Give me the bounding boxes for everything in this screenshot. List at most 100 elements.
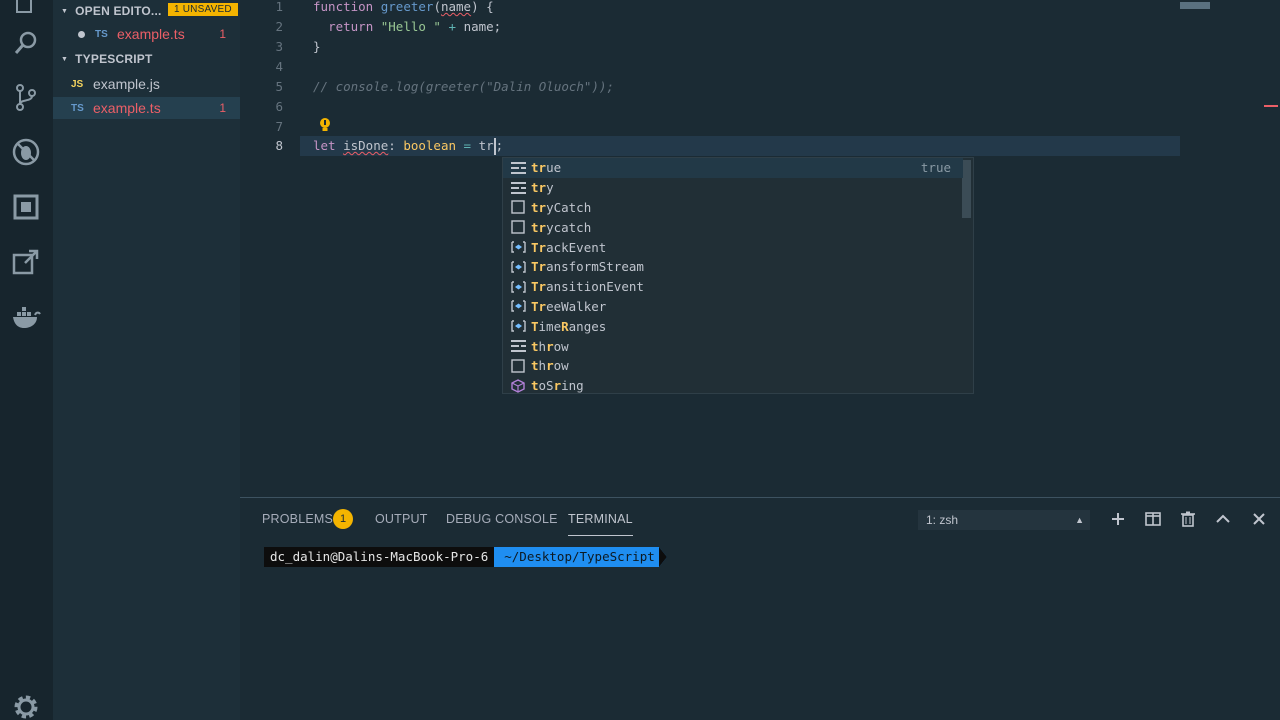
line-number: 8 [275, 138, 283, 153]
snippet-icon [510, 359, 526, 373]
new-terminal-icon[interactable] [1108, 509, 1128, 529]
suggestion-item[interactable]: tryCatch [503, 198, 963, 218]
line-number: 6 [275, 99, 283, 114]
lightbulb-icon[interactable] [318, 117, 332, 133]
suggestion-item[interactable]: trycatch [503, 217, 963, 237]
collapse-triangle-icon: ▼ [61, 55, 69, 63]
typescript-file-icon: TS [95, 28, 108, 40]
code-token: name; [463, 19, 502, 34]
file-name: example.js [93, 76, 160, 92]
file-name: example.ts [93, 100, 161, 116]
suggestion-item[interactable]: TimeRanges [503, 316, 963, 336]
prompt-path-text: ~/Desktop/TypeScript [504, 549, 655, 564]
terminal-prompt[interactable]: dc_dalin@Dalins-MacBook-Pro-6 ~/Desktop/… [264, 547, 667, 567]
tab-output[interactable]: OUTPUT [375, 512, 428, 526]
code-line-8: let isDone: boolean = tr; [313, 136, 503, 156]
variable-icon [510, 240, 526, 254]
suggestion-label: toSring [531, 378, 584, 394]
suggestion-item[interactable]: TrackEvent [503, 237, 963, 257]
variable-icon [510, 299, 526, 313]
explorer-icon[interactable]: 1 [9, 0, 43, 22]
file-item[interactable]: TS example.ts 1 [53, 97, 240, 119]
prompt-path: ~/Desktop/TypeScript [494, 547, 667, 567]
unsaved-dot-icon[interactable] [78, 30, 85, 38]
suggestion-label: TransformStream [531, 259, 644, 275]
suggestion-item[interactable]: try [503, 178, 963, 198]
suggestion-item[interactable]: TreeWalker [503, 297, 963, 317]
close-panel-icon[interactable] [1249, 509, 1269, 529]
settings-gear-icon[interactable] [9, 690, 43, 720]
suggestion-item[interactable]: toSring [503, 376, 963, 396]
code-token: tr [478, 138, 494, 153]
source-control-icon[interactable] [9, 80, 43, 114]
file-name: example.ts [117, 26, 185, 42]
suggestion-label: trycatch [531, 219, 592, 235]
method-icon [510, 378, 526, 393]
terminal-select[interactable]: 1: zsh ▲ [918, 510, 1090, 530]
code-token: + [448, 19, 457, 34]
problems-count-badge: 1 [333, 509, 353, 529]
suggestion-label: TimeRanges [531, 318, 607, 334]
suggestion-label: TrackEvent [531, 239, 607, 255]
code-line-1: function greeter(name) { [313, 0, 494, 14]
folder-title: TYPESCRIPT [75, 52, 153, 66]
search-icon[interactable] [9, 26, 43, 60]
maximize-panel-icon[interactable] [1213, 509, 1233, 529]
error-count: 1 [219, 101, 226, 115]
folder-header[interactable]: ▼ TYPESCRIPT [53, 48, 240, 70]
code-token: = [463, 138, 472, 153]
trash-icon[interactable] [1178, 509, 1198, 529]
code-line-5: // console.log(greeter("Dalin Oluoch")); [313, 79, 615, 94]
prompt-separator-icon [658, 547, 667, 567]
debug-icon[interactable] [9, 135, 43, 169]
suggestion-item[interactable]: true true [503, 158, 963, 178]
suggestion-item[interactable]: throw [503, 336, 963, 356]
code-token: return [328, 19, 374, 34]
tab-problems[interactable]: PROBLEMS [262, 512, 333, 526]
split-terminal-icon[interactable] [1143, 509, 1163, 529]
open-editor-item[interactable]: TS example.ts 1 [53, 23, 240, 45]
terminal-select-value: 1: zsh [926, 513, 959, 527]
suggestion-item[interactable]: throw [503, 356, 963, 376]
file-item[interactable]: JS example.js [53, 73, 240, 95]
variable-icon [510, 280, 526, 294]
snippet-icon [510, 220, 526, 234]
remote-explorer-icon[interactable] [9, 245, 43, 279]
code-token: ) { [471, 0, 494, 14]
prompt-user: dc_dalin@Dalins-MacBook-Pro-6 [264, 547, 495, 567]
suggestion-label: true [531, 160, 562, 176]
suggestion-detail: true [920, 160, 951, 176]
code-token: : [388, 138, 396, 153]
line-number: 4 [275, 59, 283, 74]
line-number: 3 [275, 39, 283, 54]
extensions-icon[interactable] [9, 190, 43, 224]
suggestion-item[interactable]: TransitionEvent [503, 277, 963, 297]
select-arrows-icon: ▲ [1075, 515, 1084, 525]
code-token: name [440, 0, 472, 14]
suggestion-label: TreeWalker [531, 298, 607, 314]
code-token: greeter [380, 0, 434, 14]
javascript-file-icon: JS [71, 78, 84, 90]
suggestion-scrollbar[interactable] [962, 160, 971, 218]
unsaved-badge: 1 UNSAVED [168, 3, 238, 16]
docker-icon[interactable] [9, 300, 43, 334]
activity-bar: 1 [0, 0, 53, 720]
keyword-icon [510, 181, 526, 195]
suggestion-widget[interactable]: true true try tryCatch trycatch TrackEvent Tra… [502, 157, 974, 394]
open-editors-header[interactable]: ▼ OPEN EDITO... 1 UNSAVED [53, 0, 240, 22]
suggestion-item[interactable]: TransformStream [503, 257, 963, 277]
suggestion-label: tryCatch [531, 199, 592, 215]
code-token: function [313, 0, 374, 14]
minimap[interactable] [1180, 2, 1210, 9]
suggestion-label: TransitionEvent [531, 279, 644, 295]
explorer-sidebar: ▼ OPEN EDITO... 1 UNSAVED TS example.ts … [53, 0, 240, 720]
code-line-2: return "Hello " + name; [313, 17, 501, 37]
line-number: 2 [275, 19, 283, 34]
line-number: 5 [275, 79, 283, 94]
code-token: let [313, 138, 336, 153]
tab-terminal[interactable]: TERMINAL [568, 512, 633, 536]
tab-debug-console[interactable]: DEBUG CONSOLE [446, 512, 558, 526]
code-token: "Hello " [380, 19, 441, 34]
code-token: boolean [403, 138, 457, 153]
line-number: 1 [275, 0, 283, 14]
